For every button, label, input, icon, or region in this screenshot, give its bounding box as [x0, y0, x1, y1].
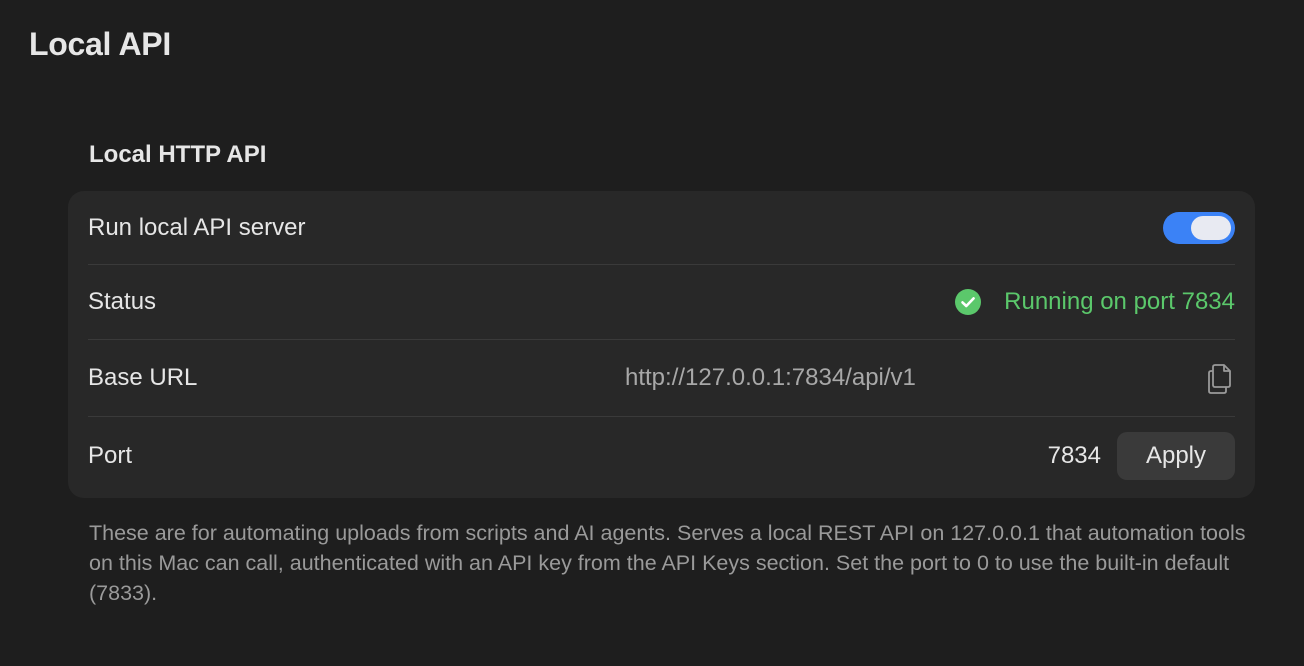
- port-field[interactable]: 7834: [1048, 442, 1101, 470]
- settings-page: Local API Local HTTP API Run local API s…: [0, 0, 1304, 666]
- run-server-row: Run local API server: [88, 191, 1235, 264]
- section-title: Local HTTP API: [89, 141, 267, 168]
- footnote-text: These are for automating uploads from sc…: [89, 521, 1246, 605]
- page-title: Local API: [29, 26, 171, 62]
- toggle-knob: [1191, 215, 1231, 240]
- status-value: Running on port 7834: [1004, 288, 1235, 315]
- base-url-label: Base URL: [88, 364, 198, 391]
- base-url-value: http://127.0.0.1:7834/api/v1: [625, 364, 916, 391]
- copy-icon[interactable]: [1205, 361, 1235, 395]
- status-group: Running on port 7834: [955, 288, 1235, 316]
- port-row: Port 7834 Apply: [88, 417, 1235, 495]
- run-server-label: Run local API server: [88, 213, 306, 241]
- settings-card: Run local API server Status Running on p…: [68, 191, 1255, 498]
- run-server-toggle[interactable]: [1163, 211, 1235, 244]
- port-group: 7834 Apply: [1048, 432, 1235, 480]
- status-row: Status Running on port 7834: [88, 265, 1235, 339]
- base-url-row: Base URL http://127.0.0.1:7834/api/v1: [88, 340, 1235, 416]
- apply-button[interactable]: Apply: [1117, 432, 1235, 480]
- status-label: Status: [88, 288, 157, 315]
- checkmark-circle-icon: [955, 289, 982, 315]
- port-label: Port: [88, 442, 133, 469]
